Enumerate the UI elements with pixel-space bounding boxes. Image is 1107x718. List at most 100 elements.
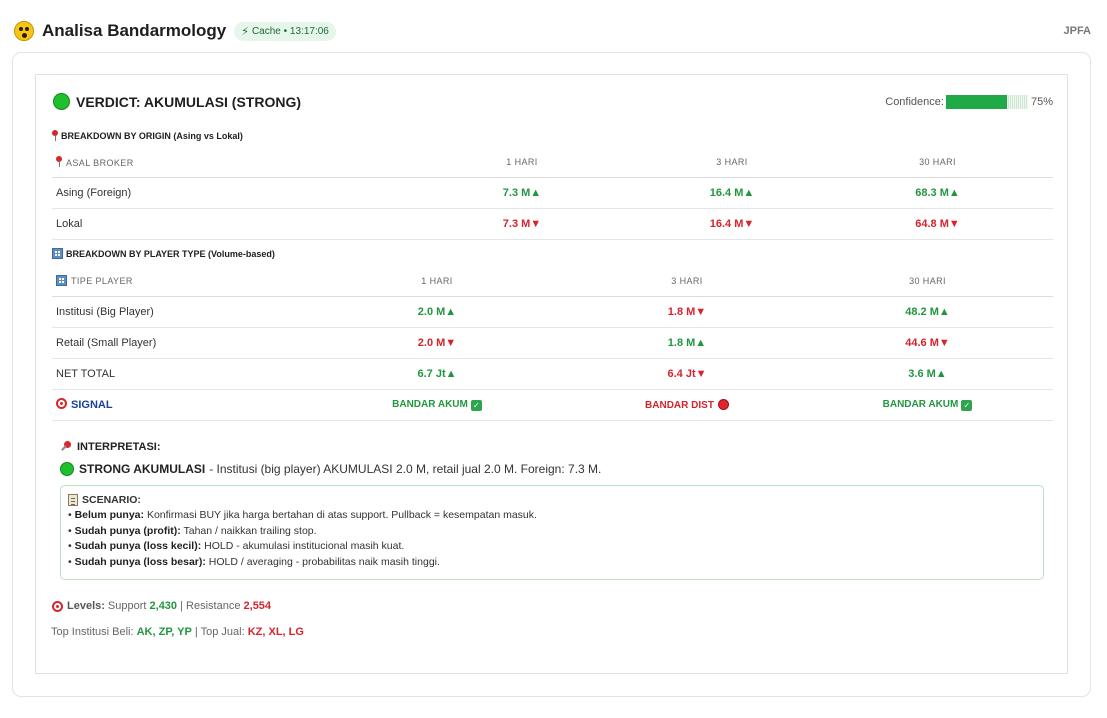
interpretation-text: - Institusi (big player) AKUMULASI 2.0 M…: [209, 462, 602, 476]
signal-label: SIGNAL: [71, 399, 113, 411]
levels: Levels: Support 2,430 | Resistance 2,554: [52, 600, 271, 612]
row-label: Institusi (Big Player): [52, 296, 302, 328]
confidence-label: Confidence:: [885, 96, 944, 108]
player-section-title: BREAKDOWN BY PLAYER TYPE (Volume-based): [52, 248, 275, 259]
table-row: Institusi (Big Player) 2.0 M▲ 1.8 M▼ 48.…: [52, 296, 1053, 328]
value-cell: 48.2 M▲: [802, 296, 1053, 328]
table-row: NET TOTAL 6.7 Jt▲ 6.4 Jt▼ 3.6 M▲: [52, 358, 1053, 390]
red-circle-icon: [717, 398, 729, 410]
origin-section-title: BREAKDOWN BY ORIGIN (Asing vs Lokal): [52, 130, 243, 141]
table-header-row: ASAL BROKER 1 HARI 3 HARI 30 HARI: [52, 147, 1053, 178]
signal-row: SIGNAL BANDAR AKUM ✓ BANDAR DIST BANDAR A…: [52, 389, 1053, 421]
round-pushpin-icon: [52, 130, 58, 141]
resistance-label: Resistance: [186, 600, 241, 612]
top-sell-value: KZ, XL, LG: [247, 626, 304, 638]
column-header: 30 HARI: [802, 266, 1053, 297]
interpretation-title-text: INTERPRETASI:: [77, 441, 161, 453]
value-cell: 1.8 M▼: [572, 296, 802, 328]
page-header: Analisa Bandarmology ⚡ Cache • 13:17:06 …: [14, 18, 1091, 44]
scenario-item: • Sudah punya (loss kecil): HOLD - akumu…: [68, 540, 405, 552]
scenario-item-value: Konfirmasi BUY jika harga bertahan di at…: [146, 509, 537, 521]
check-mark-icon: ✓: [961, 400, 973, 411]
green-circle-icon: [60, 462, 74, 476]
levels-label: Levels:: [67, 600, 105, 612]
interpretation-title: INTERPRETASI:: [60, 441, 161, 453]
player-title-text: BREAKDOWN BY PLAYER TYPE (Volume-based): [66, 248, 275, 259]
confidence-bar: [945, 95, 1028, 109]
support-value: 2,430: [149, 600, 178, 612]
value-cell: 6.7 Jt▲: [302, 358, 572, 390]
green-circle-icon: [53, 93, 70, 110]
column-header-label: ASAL BROKER: [66, 157, 134, 168]
value-cell: 7.3 M▲: [402, 177, 642, 209]
value-cell: 6.4 Jt▼: [572, 358, 802, 390]
value-cell: 2.0 M▲: [302, 296, 572, 328]
table-row: Retail (Small Player) 2.0 M▼ 1.8 M▲ 44.6…: [52, 327, 1053, 359]
column-header: 1 HARI: [302, 266, 572, 297]
ticker-symbol: JPFA: [1063, 25, 1091, 37]
office-building-icon: [52, 248, 63, 259]
signal-cell: BANDAR AKUM ✓: [802, 389, 1053, 421]
row-label: Asing (Foreign): [52, 177, 402, 209]
row-label: Lokal: [52, 208, 402, 240]
value-cell: 64.8 M▼: [822, 208, 1053, 240]
clipboard-icon: [68, 494, 78, 506]
office-building-icon: [56, 275, 67, 287]
column-header: 1 HARI: [402, 147, 642, 178]
verdict: VERDICT: AKUMULASI (STRONG): [53, 93, 301, 110]
value-cell: 2.0 M▼: [302, 327, 572, 359]
resistance-value: 2,554: [243, 600, 272, 612]
cache-badge: ⚡ Cache • 13:17:06: [234, 21, 336, 41]
check-mark-icon: ✓: [470, 400, 482, 411]
scenario-item-value: HOLD - akumulasi institucional masih kua…: [204, 540, 405, 552]
signal-cell: BANDAR AKUM ✓: [302, 389, 572, 421]
column-header: TIPE PLAYER: [52, 266, 302, 297]
scenario-item-key: Sudah punya (loss besar):: [74, 555, 206, 568]
top-brokers: Top Institusi Beli: AK, ZP, YP | Top Jua…: [51, 626, 304, 638]
table-row: Asing (Foreign) 7.3 M▲ 16.4 M▲ 68.3 M▲: [52, 177, 1053, 209]
confidence-value: 75%: [1030, 96, 1053, 108]
value-cell: 44.6 M▼: [802, 327, 1053, 359]
round-pushpin-icon: [56, 155, 62, 167]
scenario-item-key: Sudah punya (loss kecil):: [74, 540, 202, 552]
lightning-icon: ⚡: [241, 25, 249, 38]
scenario-item: • Belum punya: Konfirmasi BUY jika harga…: [68, 509, 537, 521]
verdict-text: VERDICT: AKUMULASI (STRONG): [76, 93, 302, 110]
value-cell: 3.6 M▲: [802, 358, 1053, 390]
top-sell-label: Top Jual:: [200, 626, 245, 638]
value-cell: 7.3 M▼: [402, 208, 642, 240]
value-cell: 16.4 M▲: [642, 177, 822, 209]
signal-text: BANDAR AKUM: [882, 399, 959, 410]
player-table: TIPE PLAYER 1 HARI 3 HARI 30 HARI Instit…: [52, 266, 1053, 421]
table-header-row: TIPE PLAYER 1 HARI 3 HARI 30 HARI: [52, 266, 1053, 297]
column-header: 3 HARI: [572, 266, 802, 297]
confidence-bar-fill: [945, 95, 1008, 109]
direct-hit-icon: [56, 398, 67, 409]
column-header: 30 HARI: [822, 147, 1053, 178]
column-header-label: TIPE PLAYER: [71, 276, 133, 287]
pushpin-icon: [60, 441, 72, 453]
signal-text: BANDAR AKUM: [392, 399, 468, 410]
support-label: Support: [107, 600, 147, 612]
scenario-item-key: Belum punya:: [74, 509, 145, 521]
origin-table: ASAL BROKER 1 HARI 3 HARI 30 HARI Asing …: [52, 147, 1053, 240]
column-header: ASAL BROKER: [52, 147, 402, 178]
scenario-item: • Sudah punya (profit): Tahan / naikkan …: [68, 524, 317, 537]
table-row: Lokal 7.3 M▼ 16.4 M▼ 64.8 M▼: [52, 208, 1053, 240]
origin-title-text: BREAKDOWN BY ORIGIN (Asing vs Lokal): [61, 130, 243, 141]
signal-label-cell: SIGNAL: [52, 389, 302, 421]
signal-text: BANDAR DIST: [645, 399, 714, 411]
page-title: Analisa Bandarmology: [42, 21, 227, 40]
scenario-item-value: Tahan / naikkan trailing stop.: [183, 524, 317, 537]
scenario-item: • Sudah punya (loss besar): HOLD / avera…: [68, 555, 440, 568]
interpretation-line: STRONG AKUMULASI - Institusi (big player…: [60, 462, 601, 476]
value-cell: 68.3 M▲: [822, 177, 1053, 209]
top-buy-value: AK, ZP, YP: [136, 626, 192, 638]
confidence: Confidence: 75%: [885, 95, 1053, 109]
scenario-title: SCENARIO:: [68, 494, 1036, 506]
scenario-item-value: HOLD / averaging - probabilitas naik mas…: [208, 555, 440, 568]
interpretation-strong: STRONG AKUMULASI: [79, 462, 206, 476]
scenario-item-key: Sudah punya (profit):: [74, 524, 181, 537]
value-cell: 16.4 M▼: [642, 208, 822, 240]
column-header: 3 HARI: [642, 147, 822, 178]
